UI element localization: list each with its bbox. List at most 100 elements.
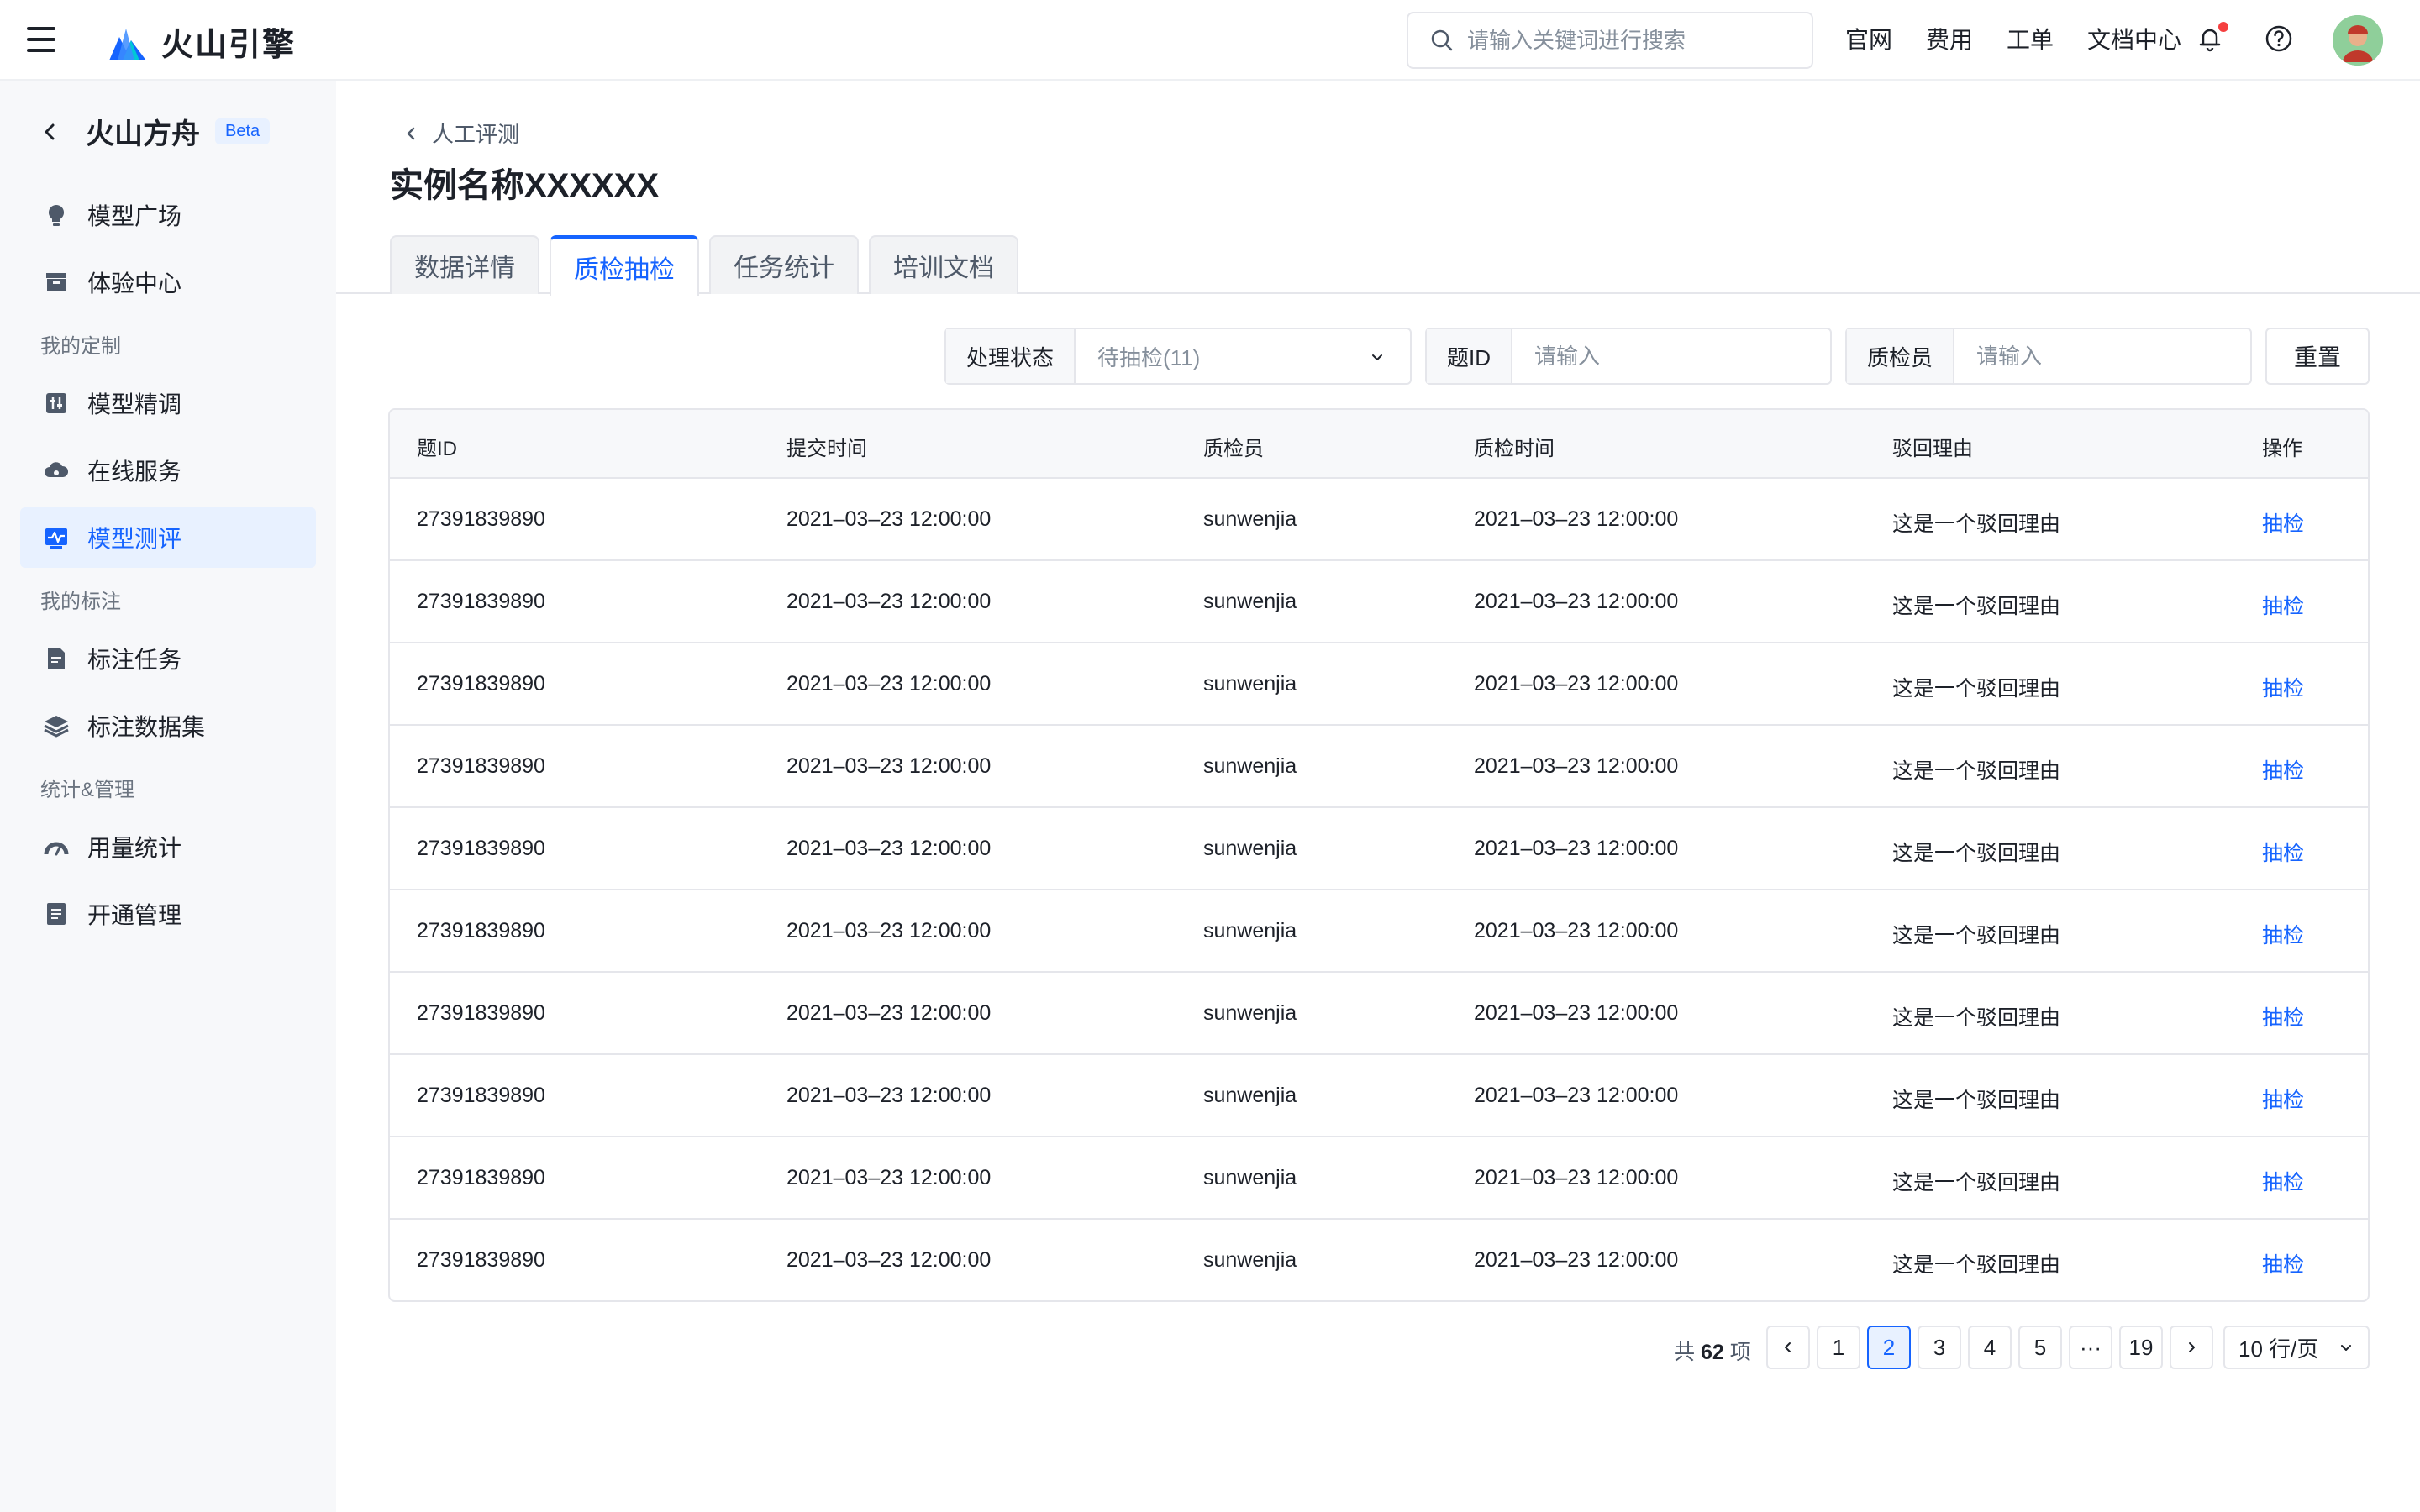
total-suffix: 项: [1729, 1341, 1751, 1364]
breadcrumb[interactable]: 人工评测: [403, 118, 519, 149]
sidebar-item-experience-center[interactable]: 体验中心: [20, 252, 316, 312]
status-select[interactable]: 待抽检(11): [1076, 329, 1410, 383]
brand-name: 火山引擎: [161, 28, 297, 63]
inspector-input[interactable]: [1976, 343, 2250, 370]
page-button[interactable]: 3: [1918, 1326, 1961, 1369]
search-icon: [1431, 29, 1453, 51]
bulb-icon: [42, 201, 71, 229]
inspection-table: 题ID 提交时间 质检员 质检时间 驳回理由 操作 27391839890 202…: [388, 408, 2370, 1302]
id-input[interactable]: [1534, 343, 1830, 370]
page-size-select[interactable]: 10 行/页: [2223, 1326, 2370, 1369]
cell-reject-reason: 这是一个驳回理由: [1892, 759, 2061, 783]
list-icon: [42, 900, 71, 928]
sidebar-item-activation[interactable]: 开通管理: [20, 884, 316, 944]
search-input[interactable]: [1467, 27, 1786, 54]
sidebar-item-fine-tune[interactable]: 模型精调: [20, 373, 316, 433]
link-official-site[interactable]: 官网: [1845, 24, 1892, 57]
sample-check-link[interactable]: 抽检: [2262, 754, 2304, 785]
chevron-right-icon: [2189, 1342, 2195, 1352]
page-button[interactable]: 1: [1817, 1326, 1860, 1369]
menu-icon[interactable]: [27, 27, 55, 52]
search-box[interactable]: [1407, 12, 1813, 69]
cell-question-id: 27391839890: [417, 837, 545, 860]
page-button[interactable]: 5: [2018, 1326, 2062, 1369]
cell-submit-time: 2021–03–23 12:00:00: [786, 919, 992, 942]
cell-reject-reason: 这是一个驳回理由: [1892, 1089, 2061, 1112]
cell-inspect-time: 2021–03–23 12:00:00: [1474, 837, 1679, 860]
bell-icon[interactable]: [2195, 22, 2228, 57]
avatar[interactable]: [2333, 15, 2383, 66]
archive-icon: [42, 268, 71, 297]
link-tickets[interactable]: 工单: [2007, 24, 2054, 57]
cell-inspect-time: 2021–03–23 12:00:00: [1474, 590, 1679, 613]
inspector-filter[interactable]: 质检员: [1845, 328, 2252, 385]
column-header: 质检员: [1203, 438, 1264, 460]
table-header: 题ID 提交时间 质检员 质检时间 驳回理由 操作: [390, 410, 2368, 479]
sample-check-link[interactable]: 抽检: [2262, 837, 2304, 867]
tab-training-docs[interactable]: 培训文档: [869, 235, 1018, 294]
chevron-down-icon: [2341, 1345, 2351, 1351]
logo[interactable]: 火山引擎: [106, 18, 296, 65]
table-row: 27391839890 2021–03–23 12:00:00 sunwenjia 2…: [390, 1055, 2368, 1137]
chevron-left-icon[interactable]: [40, 122, 60, 142]
doc-icon: [42, 644, 71, 673]
link-docs[interactable]: 文档中心: [2087, 24, 2181, 57]
sample-check-link[interactable]: 抽检: [2262, 1248, 2304, 1278]
link-billing[interactable]: 费用: [1926, 24, 1973, 57]
sidebar-item-label: 体验中心: [87, 270, 182, 297]
sidebar-item-usage-stats[interactable]: 用量统计: [20, 816, 316, 877]
id-filter[interactable]: 题ID: [1425, 328, 1832, 385]
sample-check-link[interactable]: 抽检: [2262, 1166, 2304, 1196]
cell-reject-reason: 这是一个驳回理由: [1892, 595, 2061, 618]
cell-submit-time: 2021–03–23 12:00:00: [786, 1084, 992, 1107]
reset-button[interactable]: 重置: [2265, 328, 2370, 385]
sample-check-link[interactable]: 抽检: [2262, 507, 2304, 538]
sidebar-item-model-square[interactable]: 模型广场: [20, 185, 316, 245]
page-button-current[interactable]: 2: [1867, 1326, 1911, 1369]
column-header: 质检时间: [1474, 438, 1555, 460]
sample-check-link[interactable]: 抽检: [2262, 919, 2304, 949]
table-row: 27391839890 2021–03–23 12:00:00 sunwenjia 2…: [390, 890, 2368, 973]
total-count: 共 62 项: [1674, 1336, 1751, 1366]
next-page-button[interactable]: [2170, 1326, 2213, 1369]
page-button[interactable]: 4: [1968, 1326, 2012, 1369]
page-button[interactable]: 19: [2119, 1326, 2163, 1369]
column-header: 提交时间: [786, 438, 867, 460]
sidebar-item-online-service[interactable]: 在线服务: [20, 440, 316, 501]
prev-page-button[interactable]: [1766, 1326, 1810, 1369]
cell-reject-reason: 这是一个驳回理由: [1892, 842, 2061, 865]
column-header: 操作: [2262, 438, 2302, 460]
sidebar-item-annotation-task[interactable]: 标注任务: [20, 628, 316, 689]
cell-submit-time: 2021–03–23 12:00:00: [786, 590, 992, 613]
cell-inspector: sunwenjia: [1203, 919, 1297, 942]
table-row: 27391839890 2021–03–23 12:00:00 sunwenjia 2…: [390, 561, 2368, 643]
cell-inspector: sunwenjia: [1203, 1166, 1297, 1189]
page-ellipsis-button[interactable]: ···: [2069, 1326, 2112, 1369]
cell-inspect-time: 2021–03–23 12:00:00: [1474, 1166, 1679, 1189]
total-number: 62: [1700, 1341, 1724, 1364]
tune-icon: [42, 389, 71, 417]
table-row: 27391839890 2021–03–23 12:00:00 sunwenjia 2…: [390, 479, 2368, 561]
sidebar-item-model-eval[interactable]: 模型测评: [20, 507, 316, 568]
sample-check-link[interactable]: 抽检: [2262, 1084, 2304, 1114]
id-filter-label: 题ID: [1427, 329, 1513, 383]
tab-data-details[interactable]: 数据详情: [390, 235, 539, 294]
tab-quality-check[interactable]: 质检抽检: [550, 235, 699, 296]
column-header: 题ID: [417, 438, 457, 460]
sidebar-item-label: 模型测评: [87, 526, 182, 552]
page-title: 实例名称XXXXXX: [390, 167, 660, 204]
cell-inspect-time: 2021–03–23 12:00:00: [1474, 1084, 1679, 1107]
tab-task-stats[interactable]: 任务统计: [709, 235, 859, 294]
sidebar-item-annotation-dataset[interactable]: 标注数据集: [20, 696, 316, 756]
sample-check-link[interactable]: 抽检: [2262, 590, 2304, 620]
table-row: 27391839890 2021–03–23 12:00:00 sunwenjia 2…: [390, 808, 2368, 890]
cell-reject-reason: 这是一个驳回理由: [1892, 677, 2061, 701]
sidebar-item-label: 开通管理: [87, 902, 182, 928]
top-links: 官网 费用 工单 文档中心: [1845, 24, 2215, 57]
sample-check-link[interactable]: 抽检: [2262, 1001, 2304, 1032]
status-filter[interactable]: 处理状态 待抽检(11): [944, 328, 1412, 385]
sample-check-link[interactable]: 抽检: [2262, 672, 2304, 702]
cell-inspector: sunwenjia: [1203, 507, 1297, 531]
beta-badge: Beta: [215, 118, 271, 144]
help-icon[interactable]: [2264, 24, 2297, 57]
